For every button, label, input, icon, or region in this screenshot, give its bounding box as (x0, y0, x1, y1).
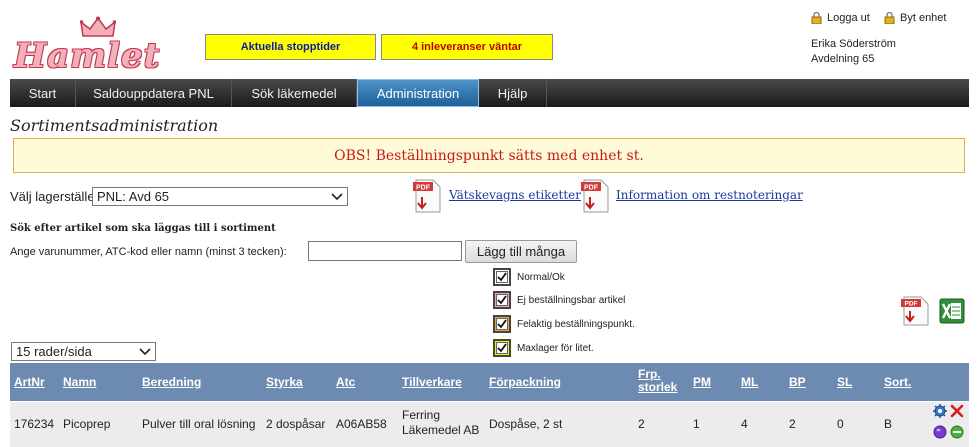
legend-max-stock-low: Maxlager för litet. (493, 339, 594, 357)
pdf-icon[interactable]: PDF (580, 179, 610, 213)
storage-select-value: PNL: Avd 65 (97, 189, 170, 204)
pending-deliveries-notice[interactable]: 4 inleveranser väntar (381, 34, 553, 60)
pdf-export-icon[interactable]: PDF (900, 296, 930, 326)
col-atc[interactable]: Atc (336, 376, 355, 389)
legend-wrong-order-point: Felaktig beställningspunkt. (493, 315, 635, 333)
logout-label: Logga ut (827, 12, 870, 24)
cell-beredning: Pulver till oral lösning (142, 417, 256, 431)
user-info: Erika Söderström Avdelning 65 (811, 37, 896, 67)
nav-start[interactable]: Start (10, 79, 76, 107)
crown-icon (80, 16, 116, 37)
col-bp[interactable]: BP (789, 376, 806, 389)
search-heading: Sök efter artikel som ska läggas till i … (10, 223, 276, 234)
table-row: 176234 Picoprep Pulver till oral lösning… (10, 402, 969, 447)
checkbox-normal[interactable] (493, 268, 511, 286)
svg-text:PDF: PDF (416, 185, 431, 192)
nav-hjalp[interactable]: Hjälp (479, 79, 547, 107)
delete-icon[interactable] (950, 404, 964, 418)
check-icon (497, 295, 507, 305)
legend-not-orderable: Ej beställningsbar artikel (493, 291, 625, 309)
cell-artnr: 176234 (14, 417, 55, 431)
checkbox-not-orderable[interactable] (493, 291, 511, 309)
nav-saldouppdatera[interactable]: Saldouppdatera PNL (76, 79, 232, 107)
check-icon (497, 272, 507, 282)
excel-export-icon[interactable] (939, 298, 965, 324)
cell-bp: 2 (789, 417, 796, 431)
legend-label: Maxlager för litet. (517, 342, 594, 354)
col-namn[interactable]: Namn (63, 376, 96, 389)
storage-select[interactable]: PNL: Avd 65 (92, 187, 348, 206)
col-ml[interactable]: ML (741, 376, 758, 389)
cell-styrka: 2 dospåsar (266, 417, 326, 431)
page-title: Sortimentsadministration (10, 116, 219, 135)
col-forpackning[interactable]: Förpackning (489, 376, 561, 389)
switch-unit-link[interactable]: Byt enhet (884, 12, 946, 24)
settings-gear-icon[interactable] (933, 404, 947, 418)
cell-tillverkare-line2: Läkemedel AB (402, 423, 480, 437)
logout-link[interactable]: Logga ut (811, 12, 870, 24)
user-unit: Avdelning 65 (811, 53, 875, 65)
cell-namn: Picoprep (63, 417, 111, 431)
col-artnr[interactable]: ArtNr (14, 376, 45, 389)
add-many-button[interactable]: Lägg till många (465, 240, 577, 263)
chevron-down-icon (139, 347, 151, 355)
main-nav: Start Saldouppdatera PNL Sök läkemedel A… (10, 79, 969, 107)
rows-per-page-value: 15 rader/sida (16, 344, 92, 359)
hamlet-logo[interactable]: Hamlet (14, 14, 164, 76)
search-label: Ange varunummer, ATC-kod eller namn (min… (10, 246, 287, 258)
nav-administration[interactable]: Administration (357, 79, 479, 107)
user-name: Erika Söderström (811, 38, 896, 50)
check-icon (497, 319, 507, 329)
legend-label: Normal/Ok (517, 271, 565, 283)
search-input[interactable] (308, 241, 462, 261)
col-beredning[interactable]: Beredning (142, 376, 201, 389)
cell-ml: 4 (741, 417, 748, 431)
col-tillverkare[interactable]: Tillverkare (402, 376, 462, 389)
cell-tillverkare: Ferring Läkemedel AB (402, 408, 479, 438)
legend-normal: Normal/Ok (493, 268, 565, 286)
legend-label: Felaktig beställningspunkt. (517, 318, 635, 330)
cell-forpackning: Dospåse, 2 st (489, 417, 563, 431)
obs-message: OBS! Beställningspunkt sätts med enhet s… (13, 138, 965, 173)
col-frp-line2: storlek (638, 380, 678, 394)
table-header: ArtNr Namn Beredning Styrka Atc Tillverk… (10, 363, 969, 401)
legend-label: Ej beställningsbar artikel (517, 294, 626, 306)
switch-unit-label: Byt enhet (900, 12, 947, 24)
pdf-icon[interactable]: PDF (412, 179, 442, 213)
stop-times-notice[interactable]: Aktuella stopptider (205, 34, 376, 60)
svg-text:PDF: PDF (584, 185, 599, 192)
svg-text:PDF: PDF (905, 301, 918, 308)
link-fluid-cart-labels[interactable]: Vätskevagns etiketter (449, 188, 581, 202)
col-styrka[interactable]: Styrka (266, 376, 303, 389)
lock-icon (811, 12, 822, 24)
check-icon (497, 343, 507, 353)
purple-status-icon[interactable] (933, 425, 947, 439)
cell-pm: 1 (693, 417, 700, 431)
logo-text: Hamlet (14, 36, 161, 76)
col-pm[interactable]: PM (693, 376, 711, 389)
col-sl[interactable]: SL (837, 376, 852, 389)
rows-per-page-select[interactable]: 15 rader/sida (11, 342, 156, 361)
nav-sok-lakemedel[interactable]: Sök läkemedel (232, 79, 357, 107)
cell-atc: A06AB58 (336, 417, 387, 431)
cell-tillverkare-line1: Ferring (402, 408, 441, 422)
col-frp-storlek[interactable]: Frp. storlek (638, 368, 677, 394)
checkbox-wrong-order-point[interactable] (493, 315, 511, 333)
link-backorder-info[interactable]: Information om restnoteringar (616, 188, 803, 202)
col-sort[interactable]: Sort. (884, 376, 911, 389)
checkbox-max-stock-low[interactable] (493, 339, 511, 357)
chevron-down-icon (331, 192, 343, 200)
lock-icon (884, 12, 895, 24)
remove-minus-icon[interactable] (950, 425, 964, 439)
cell-sl: 0 (837, 417, 844, 431)
storage-label: Välj lagerställe (10, 189, 95, 204)
cell-sort: B (884, 417, 893, 431)
cell-frp: 2 (638, 417, 645, 431)
